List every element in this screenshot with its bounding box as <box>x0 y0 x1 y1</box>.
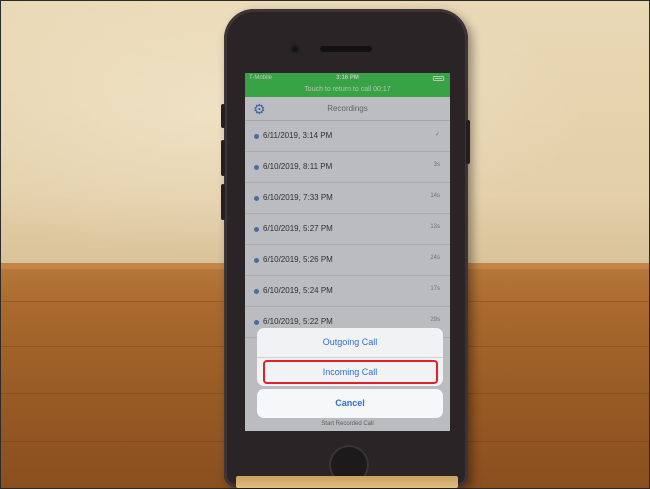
earpiece-speaker <box>320 46 372 52</box>
volume-down-button <box>221 184 225 220</box>
outgoing-call-button[interactable]: Outgoing Call <box>257 328 443 357</box>
start-recorded-call-label: Start Recorded Call <box>321 421 374 427</box>
power-button <box>466 120 470 164</box>
phone-stand <box>236 476 458 488</box>
mute-switch <box>221 104 225 128</box>
highlight-box <box>263 360 438 384</box>
volume-up-button <box>221 140 225 176</box>
front-camera <box>290 44 300 54</box>
cancel-button[interactable]: Cancel <box>257 389 443 418</box>
